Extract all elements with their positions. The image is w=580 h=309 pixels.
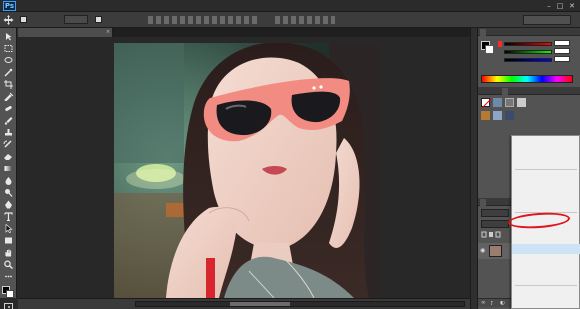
horizontal-scrollbar[interactable] (135, 301, 465, 307)
menu-item-pattern[interactable] (512, 158, 580, 168)
quick-select-icon[interactable] (3, 68, 14, 77)
tab-layers[interactable] (480, 199, 486, 206)
close-tab-icon[interactable]: × (106, 30, 110, 35)
quick-mask-icon[interactable] (4, 303, 13, 309)
style-swatch-2[interactable] (493, 98, 502, 107)
link-layers-icon[interactable]: ∞ (481, 301, 486, 307)
collapsed-panel-strip[interactable] (470, 28, 478, 309)
eyedropper-icon[interactable] (3, 92, 14, 101)
marquee-icon[interactable] (3, 44, 14, 53)
adjustment-layer-icon[interactable]: ◐ (500, 301, 505, 307)
eraser-icon[interactable] (3, 152, 14, 161)
visibility-eye-icon[interactable]: ◉ (480, 248, 485, 254)
maximize-icon[interactable]: □ (556, 2, 564, 10)
distribute-buttons-icon[interactable] (275, 16, 335, 24)
tab-styles[interactable] (502, 88, 508, 95)
menu-separator (515, 285, 577, 286)
blend-mode-select[interactable] (481, 220, 509, 228)
menu-item-invert[interactable] (512, 287, 580, 297)
style-swatch-3[interactable] (505, 98, 514, 107)
adjustments-panel-header (478, 87, 580, 95)
menu-item-photo-filter[interactable] (512, 254, 580, 264)
blue-slider[interactable] (504, 58, 552, 62)
menu-item-channel-mixer[interactable] (512, 264, 580, 274)
color-ramp[interactable] (481, 75, 573, 83)
horizontal-scroll-thumb[interactable] (230, 302, 290, 306)
menu-bar: Ps – □ ✕ (0, 0, 580, 12)
background-color-swatch[interactable] (6, 290, 14, 298)
menu-item-solid-color[interactable] (512, 138, 580, 148)
color-panel-header (478, 28, 580, 36)
dodge-icon[interactable] (3, 188, 14, 197)
menu-item-posterize[interactable] (512, 297, 580, 307)
menu-item-black-white[interactable] (512, 244, 580, 254)
clone-stamp-icon[interactable] (3, 128, 14, 137)
show-transform-checkbox[interactable] (95, 16, 102, 23)
r-channel-marker (498, 41, 502, 47)
close-icon[interactable]: ✕ (568, 2, 576, 10)
options-bar (0, 12, 580, 28)
align-buttons-icon[interactable] (148, 16, 258, 24)
green-slider[interactable] (504, 50, 552, 54)
menu-separator (515, 169, 577, 170)
layers-footer: ∞ ƒ ◐ (478, 298, 511, 307)
menu-item-levels[interactable] (512, 181, 580, 191)
green-value-field[interactable] (554, 48, 570, 54)
type-tool-icon[interactable] (3, 212, 14, 221)
tab-adjustments[interactable] (480, 88, 486, 95)
red-value-field[interactable] (554, 40, 570, 46)
pen-icon[interactable] (3, 200, 14, 209)
lock-icons[interactable] (481, 231, 509, 238)
hand-icon[interactable] (3, 248, 14, 257)
layer-row-background[interactable]: ◉ (478, 243, 511, 259)
menu-item-brightness-contrast[interactable] (512, 171, 580, 181)
gradient-icon[interactable] (3, 164, 14, 173)
tab-color[interactable] (480, 29, 486, 36)
workspace-select[interactable] (523, 15, 571, 25)
red-slider[interactable] (504, 42, 552, 46)
background-color-chip[interactable] (485, 45, 494, 54)
move-tool-icon[interactable] (3, 15, 14, 25)
lasso-icon[interactable] (3, 56, 14, 65)
auto-select-dropdown[interactable] (64, 15, 88, 24)
layer-filter-select[interactable] (481, 209, 509, 217)
menu-item-exposure[interactable] (512, 201, 580, 211)
tools-panel (0, 28, 17, 309)
menu-item-color-lookup[interactable] (512, 274, 580, 284)
shape-icon[interactable] (3, 236, 14, 245)
tab-channels[interactable] (494, 199, 500, 206)
menu-item-color-balance[interactable] (512, 234, 580, 244)
menu-item-gradient[interactable] (512, 148, 580, 158)
fx-icon[interactable]: ƒ (491, 301, 493, 307)
history-brush-icon[interactable] (3, 140, 14, 149)
photoshop-logo: Ps (3, 1, 16, 11)
style-swatch-7[interactable] (505, 111, 514, 120)
style-none-swatch[interactable] (481, 98, 492, 109)
blur-icon[interactable] (3, 176, 14, 185)
healing-brush-icon[interactable] (3, 104, 14, 113)
zoom-icon[interactable] (3, 260, 14, 269)
layer-thumbnail (489, 245, 502, 257)
move-icon[interactable] (3, 32, 14, 41)
menu-item-curves[interactable] (512, 191, 580, 201)
brush-icon[interactable] (3, 116, 14, 125)
crop-icon[interactable] (3, 80, 14, 89)
style-swatch-4[interactable] (517, 98, 526, 107)
more-tools-icon[interactable] (3, 272, 14, 281)
minimize-icon[interactable]: – (545, 2, 553, 10)
document-tab[interactable]: × (18, 28, 113, 37)
document-photo[interactable] (114, 43, 381, 298)
path-select-icon[interactable] (3, 224, 14, 233)
tab-swatches[interactable] (502, 29, 508, 36)
auto-select-checkbox[interactable] (20, 16, 27, 23)
style-swatch-5[interactable] (481, 111, 490, 120)
style-swatch-6[interactable] (493, 111, 502, 120)
blue-value-field[interactable] (554, 56, 570, 62)
